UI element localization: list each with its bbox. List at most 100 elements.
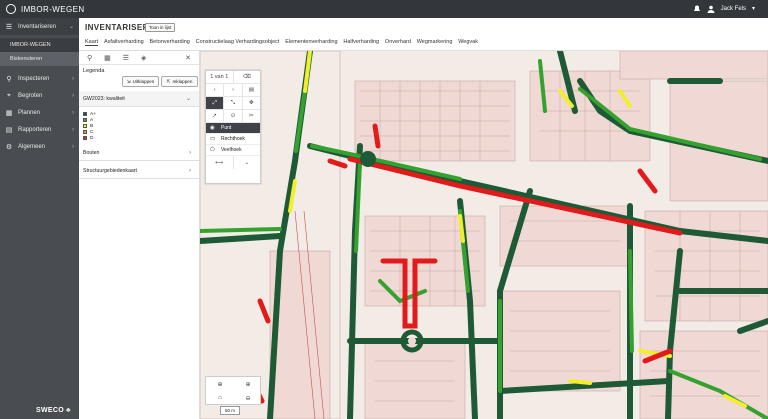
ruler-icon[interactable]: ⟷ — [206, 156, 234, 169]
tab-betonverharding[interactable]: Betonverharding — [150, 39, 190, 46]
scissors-icon[interactable]: ✂ — [243, 110, 260, 122]
tab-elementenverharding[interactable]: Elementenverharding — [285, 39, 337, 46]
search-icon[interactable]: ⚲ — [87, 54, 92, 62]
legend-panel: ⚲ ▦ ☰ ◈ ✕ Legenda ⇲ Uitklappen ⇱ Inklapp… — [79, 51, 200, 419]
uitklappen-button[interactable]: ⇲ Uitklappen — [122, 76, 159, 87]
inklappen-label: Inklappen — [172, 79, 193, 84]
home-icon[interactable]: ⌂ — [206, 391, 234, 405]
chevron-right-icon[interactable]: › — [224, 84, 243, 96]
option-label: Veelhoek — [221, 147, 242, 153]
chevron-right-icon: › — [72, 109, 74, 116]
sidebar-item-label: Plannen — [18, 109, 41, 116]
sidebar-sub-label: IMBOR-WEGEN — [10, 42, 51, 48]
tab-wegmarkering[interactable]: Wegmarkering — [417, 39, 453, 46]
chevron-right-icon: › — [72, 92, 74, 99]
user-area: Jack Fels ▾ — [693, 0, 760, 18]
app-title: IMBOR-WEGEN — [21, 4, 85, 14]
tools-row: ‹ › ▤ — [206, 84, 260, 97]
map-navigation: ⊕ ⊕ ⌂ ⊖ — [205, 376, 261, 405]
uitklappen-label: Uitklappen — [132, 79, 155, 84]
rectangle-icon: ▭ — [210, 136, 216, 142]
legend-label: A+ — [90, 111, 97, 117]
notification-icon[interactable] — [693, 5, 701, 13]
sidebar-item-inventariseren[interactable]: ☰ Inventariseren ⌄ — [0, 18, 79, 35]
inklappen-button[interactable]: ⇱ Inklappen — [161, 76, 198, 87]
tools-row: 1 van 1 ⌫ — [206, 71, 260, 84]
select-mode-punt[interactable]: ◉ Punt — [206, 123, 260, 134]
sidebar-item-inspecteren[interactable]: ⚲ Inspecteren › — [0, 70, 79, 87]
tab-halfverharding[interactable]: Halfverharding — [343, 39, 379, 46]
tools-row: ➚ ⊙ ✂ — [206, 110, 260, 123]
zoom-in-icon[interactable]: ⊕ — [234, 377, 262, 391]
sidebar-item-label: Inventariseren — [18, 23, 57, 30]
table-icon[interactable]: ▤ — [243, 84, 260, 96]
locate-icon[interactable]: ⊕ — [206, 377, 234, 391]
eraser-icon[interactable]: ⌫ — [234, 71, 261, 83]
target-icon[interactable]: ⊙ — [224, 110, 243, 122]
legend-swatch — [83, 130, 87, 134]
zoom-out-icon[interactable]: ⊖ — [234, 391, 262, 405]
legend-swatch — [83, 118, 87, 122]
user-name[interactable]: Jack Fels — [721, 6, 746, 12]
expand-arrows-icon[interactable]: ⤢ — [206, 97, 225, 109]
page-counter: 1 van 1 — [206, 71, 234, 83]
collapse-arrows-icon[interactable]: ⤡ — [224, 97, 243, 109]
chevron-right-icon: › — [72, 75, 74, 82]
tab-wegvak[interactable]: Wegvak — [458, 39, 478, 46]
chevron-left-icon[interactable]: ‹ — [206, 84, 225, 96]
scale-bar: 50 m — [220, 406, 240, 415]
toon-in-lijst-button[interactable]: Toon in lijst — [145, 23, 176, 32]
user-icon[interactable] — [707, 5, 715, 13]
page-header: INVENTARISEREN Toon in lijst Kaart Asfal… — [79, 18, 768, 51]
legend-swatch — [83, 112, 87, 116]
tools-row: ⟷ ⌄ — [206, 156, 260, 169]
sidebar-item-label: Inspecteren — [18, 75, 50, 82]
sidebar-item-begroten[interactable]: ⌖ Begroten › — [0, 87, 79, 104]
sidebar-item-rapporteren[interactable]: ▤ Rapporteren › — [0, 121, 79, 138]
chevron-down-icon[interactable]: ⌄ — [234, 156, 261, 169]
sweco-logo: SWECO — [36, 407, 64, 414]
legend-label: D — [90, 135, 94, 141]
chevron-down-icon[interactable]: ▾ — [752, 5, 760, 13]
chevron-down-icon: ⌄ — [68, 24, 74, 30]
tab-onverhard[interactable]: Onverhard — [385, 39, 411, 46]
accordion-bouten[interactable]: Bouten › — [79, 145, 199, 161]
map-canvas[interactable] — [200, 51, 768, 419]
sidebar-sub-label: Biskenuteren — [10, 56, 43, 62]
roundabout — [360, 151, 376, 167]
grid-icon[interactable]: ▦ — [104, 54, 111, 62]
close-icon[interactable]: ✕ — [185, 54, 191, 62]
sidebar-item-label: Rapporteren — [18, 126, 52, 133]
chevron-right-icon: › — [72, 126, 74, 133]
tab-constructielaag[interactable]: Constructielaag Verhardingsobject — [196, 39, 280, 46]
legend-swatch — [83, 124, 87, 128]
sidebar-item-plannen[interactable]: ▦ Plannen › — [0, 104, 79, 121]
select-mode-veelhoek[interactable]: ⬠ Veelhoek — [206, 145, 260, 156]
move-icon[interactable]: ✥ — [243, 97, 260, 109]
sidebar-item-label: Algemeen — [18, 143, 46, 150]
legend-title: Legenda — [83, 68, 105, 74]
map-selection-tools: 1 van 1 ⌫ ‹ › ▤ ⤢ ⤡ ✥ ➚ ⊙ ✂ ◉ Punt ▭ Rec… — [205, 70, 261, 184]
accordion-structuurgebiedenkaart[interactable]: Structuurgebiedenkaart › — [79, 163, 199, 179]
map-pin-icon: ⌖ — [7, 91, 11, 99]
sidebar-item-label: Begroten — [18, 92, 43, 99]
chevron-right-icon: › — [189, 167, 191, 174]
list-icon[interactable]: ☰ — [123, 54, 129, 62]
tab-kaart[interactable]: Kaart — [85, 39, 99, 46]
accordion-kwaliteit[interactable]: GW2023: kwaliteit ⌄ — [79, 91, 199, 107]
panel-toolbar: ⚲ ▦ ☰ ◈ ✕ — [79, 51, 199, 65]
select-mode-rechthoek[interactable]: ▭ Rechthoek — [206, 134, 260, 145]
map-graphic — [200, 51, 768, 419]
tab-asfaltverharding[interactable]: Asfaltverharding — [104, 39, 144, 46]
chevron-right-icon: › — [189, 149, 191, 156]
legend-list: A+ A B C D — [83, 111, 96, 141]
sidebar-sub-biskenuteren[interactable]: Biskenuteren — [0, 52, 79, 66]
sidebar-sub-imbor-wegen[interactable]: IMBOR-WEGEN — [0, 38, 79, 52]
layers-icon[interactable]: ◈ — [141, 54, 146, 62]
legend-label: A — [90, 117, 94, 123]
legend-label: C — [90, 129, 94, 135]
collapse-icon: ⇱ — [166, 78, 171, 84]
sidebar-item-algemeen[interactable]: ⚙ Algemeen › — [0, 138, 79, 155]
radio-selected-icon: ◉ — [210, 125, 215, 131]
pointer-icon[interactable]: ➚ — [206, 110, 225, 122]
